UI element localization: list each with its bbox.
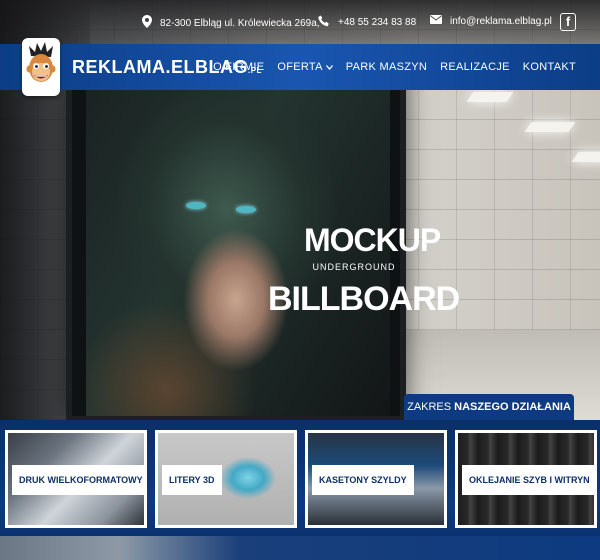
nav-item-kontakt[interactable]: KONTAKT (523, 61, 576, 73)
service-card-litery[interactable]: LITERY 3D (155, 430, 297, 528)
billboard-subline: UNDERGROUND (312, 262, 396, 272)
billboard-eye (186, 202, 206, 209)
nav-item-oferta[interactable]: OFERTA (277, 61, 333, 73)
nav-item-o-firmie[interactable]: O FIRMIE (213, 61, 264, 73)
nav-item-label: PARK MASZYN (345, 61, 428, 73)
envelope-icon (430, 15, 442, 27)
ceiling-light (571, 152, 600, 162)
logo-mascot[interactable] (22, 38, 60, 96)
section-title-bold: NASZEGO DZIAŁANIA (454, 401, 571, 413)
service-card-oklejanie[interactable]: OKLEJANIE SZYB I WITRYN (455, 430, 597, 528)
email-text[interactable]: info@reklama.elblag.pl (450, 16, 552, 27)
phone-contact[interactable]: +48 55 234 83 88 (318, 15, 416, 30)
section-title-tab: ZAKRES NASZEGO DZIAŁANIA (404, 394, 574, 420)
billboard-eye (236, 206, 256, 213)
service-card-label[interactable]: KASETONY SZYLDY (312, 465, 414, 495)
address-contact: 82-300 Elbląg ul. Królewiecka 269a, (142, 15, 320, 31)
nav-item-realizacje[interactable]: REALIZACJE (440, 61, 510, 73)
email-contact[interactable]: info@reklama.elblag.pl (430, 15, 552, 27)
chevron-down-icon (325, 63, 333, 72)
service-card-druk[interactable]: DRUK WIELKOFORMATOWY (5, 430, 147, 528)
billboard-title: BILLBOARD (268, 280, 460, 318)
nav-item-label: OFERTA (277, 61, 323, 73)
service-card-label[interactable]: LITERY 3D (162, 465, 222, 495)
service-card-kasetony[interactable]: KASETONY SZYLDY (305, 430, 447, 528)
nav-item-label: O FIRMIE (213, 61, 265, 73)
phone-icon (318, 15, 330, 30)
phone-text[interactable]: +48 55 234 83 88 (338, 17, 416, 28)
billboard-image: MOCKUP UNDERGROUND BILLBOARD (66, 70, 460, 420)
address-text: 82-300 Elbląg ul. Królewiecka 269a, (160, 17, 320, 29)
map-pin-icon (142, 15, 152, 31)
next-section-preview (0, 536, 600, 560)
service-card-label[interactable]: OKLEJANIE SZYB I WITRYN (462, 465, 594, 495)
main-navigation: O FIRMIE OFERTA PARK MASZYN REALIZACJE K… (213, 44, 576, 90)
main-header: REKLAMA.ELBLAG.PL O FIRMIE OFERTA PARK M… (0, 38, 600, 96)
nav-item-park-maszyn[interactable]: PARK MASZYN (346, 61, 427, 73)
billboard-headline: MOCKUP (304, 222, 441, 258)
facebook-icon[interactable]: f (560, 13, 576, 31)
top-contact-bar: 82-300 Elbląg ul. Królewiecka 269a, +48 … (0, 0, 600, 44)
service-card-label[interactable]: DRUK WIELKOFORMATOWY (12, 465, 144, 495)
nav-item-label: REALIZACJE (440, 61, 510, 73)
ceiling-light (466, 92, 514, 102)
ceiling-light (524, 122, 576, 132)
nav-item-label: KONTAKT (522, 61, 576, 73)
section-title-prefix: ZAKRES (407, 401, 452, 413)
